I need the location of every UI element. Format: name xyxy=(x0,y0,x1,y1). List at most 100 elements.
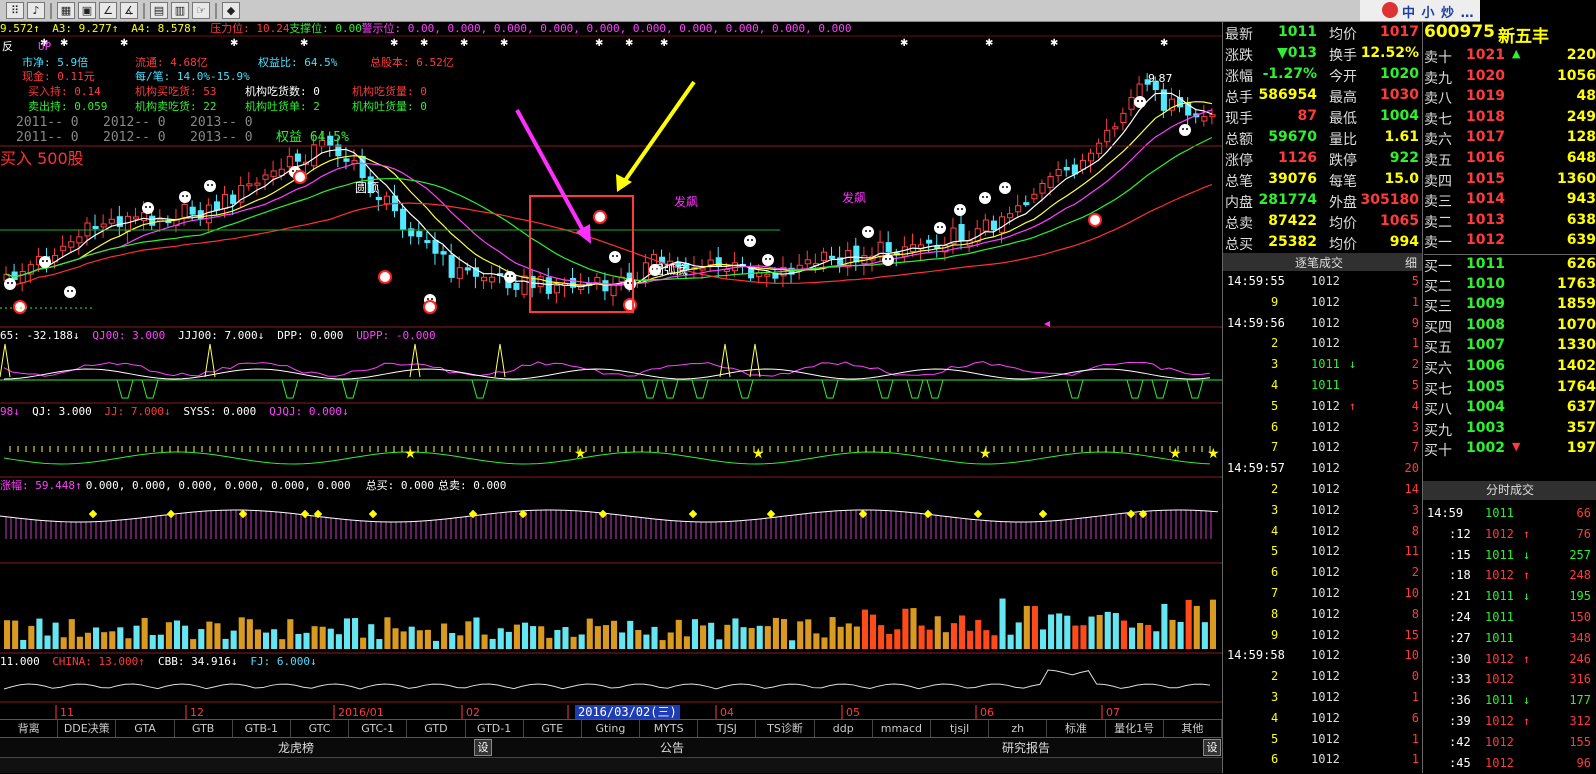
indicator-tab[interactable]: GTE xyxy=(524,720,582,737)
volume-bar xyxy=(918,625,925,649)
level-label: 买十 xyxy=(1424,443,1452,460)
diamond-icon[interactable]: ◆ xyxy=(222,2,240,19)
toolbar-separator xyxy=(143,2,145,19)
angle-icon[interactable]: ∠ xyxy=(99,2,117,19)
trade-price: 1012 xyxy=(1311,565,1340,580)
candle-body xyxy=(262,174,269,180)
indicator-tab[interactable]: mmacd xyxy=(873,720,931,737)
level-label: 买一 xyxy=(1424,259,1452,275)
volume-bar xyxy=(716,639,723,649)
detail-toggle[interactable]: 细 xyxy=(1405,254,1417,271)
level-price: 1010 xyxy=(1466,275,1505,292)
date-label: 11 xyxy=(60,706,74,719)
settings-button-1[interactable]: 设 xyxy=(474,739,492,756)
volume-bar xyxy=(813,633,820,649)
indicator-line xyxy=(3,669,1210,690)
param-line-5: CHINA: 13.000↑ xyxy=(52,655,145,668)
grid-icon[interactable]: ⠿ xyxy=(6,2,24,19)
volume-bar xyxy=(780,619,788,649)
indicator-tab[interactable]: TJSJ xyxy=(698,720,757,737)
quote-label: 跌停 xyxy=(1329,153,1357,169)
volume-bar xyxy=(319,626,326,649)
bell-icon[interactable]: ♪ xyxy=(27,2,45,19)
top-marker: ✱ xyxy=(900,38,908,49)
tick-trades-header[interactable]: 逐笔成交 细 xyxy=(1222,253,1422,271)
tick-trades-list[interactable]: 14:59:55 1012 5 9 1012 1 14:59:56 1012 9 2 1012 1 3 1… xyxy=(1222,271,1422,773)
volume-bar xyxy=(772,617,779,649)
indicator-tab[interactable]: zh xyxy=(989,720,1048,737)
trade-price: 1012 xyxy=(1311,690,1340,704)
indicator-tab[interactable]: MYTS xyxy=(640,720,699,737)
trade-row: 14:59:56 1012 9 xyxy=(1223,313,1421,334)
level-volume: 249 xyxy=(1566,108,1596,125)
indicator-tab[interactable]: GTA xyxy=(116,720,175,737)
indicator-tab[interactable]: DDE决策 xyxy=(58,720,117,737)
indicator-tab[interactable]: GTC xyxy=(291,720,350,737)
trade-row: 4 1011 5 xyxy=(1223,375,1421,396)
level-label: 买二 xyxy=(1424,278,1452,295)
top-marker: ✱ xyxy=(390,38,398,49)
research-report-link[interactable]: 研究报告 xyxy=(1002,739,1050,756)
smiley-icon xyxy=(204,180,216,192)
trade-price: 1012 xyxy=(1311,419,1340,434)
kline-canvas[interactable]: ✱ ✱ ✱ ✱ ✱ ✱ ✱ ✱ ✱ ✱ ✱ ✱ ✱ ✱ ✱ ✱圆顶圆弧底发飙 发飙9.87★ ★ ★ ★ ★ ★11 12 2… xyxy=(0,22,1222,719)
hand-icon[interactable]: ☞ xyxy=(192,2,210,19)
candle-body xyxy=(1015,205,1022,213)
volume-bar xyxy=(1056,613,1063,649)
indicator-tab[interactable]: Gting xyxy=(582,720,641,737)
volume-bar xyxy=(109,631,116,649)
kline-chart-area[interactable]: ✱ ✱ ✱ ✱ ✱ ✱ ✱ ✱ ✱ ✱ ✱ ✱ ✱ ✱ ✱ ✱ 圆顶 圆弧底 发飙 发飙 9.87 ★ ★ ★ ★ ★ ★ 11 12 2… xyxy=(0,22,1222,719)
volume-bar xyxy=(165,622,172,649)
indicator-tab[interactable]: GTC-1 xyxy=(349,720,408,737)
indicator-tab[interactable]: 量化1号 xyxy=(1106,720,1164,737)
order-book-row: 买六 1006 1402 xyxy=(1424,357,1596,378)
indicator-tab[interactable]: 其他 xyxy=(1164,720,1222,737)
indicator-tab[interactable]: GTB-1 xyxy=(233,720,291,737)
announcement-link[interactable]: 公告 xyxy=(660,739,684,756)
toolbar: ⠿ ♪ ▦ ▣ ∠ ∡ ▤ ▥ ☞ ◆ xyxy=(0,0,1360,22)
volume-bar xyxy=(821,637,828,649)
indicator-tab[interactable]: GTD-1 xyxy=(466,720,524,737)
info-item: 权益比: 64.5% xyxy=(258,56,338,69)
volume-bar xyxy=(303,632,310,649)
minute-trades-header[interactable]: 分时成交 xyxy=(1423,481,1596,500)
level-price: 1019 xyxy=(1466,88,1505,105)
brand-logo: 中 小 炒 … xyxy=(1360,0,1480,22)
indicator-tab[interactable]: ddp xyxy=(815,720,873,737)
red-circle-marker xyxy=(623,298,637,312)
trade-price: 1012 xyxy=(1311,586,1340,600)
minute-trade-price: 1012 xyxy=(1485,734,1514,749)
indicator-tab[interactable]: tjsjl xyxy=(931,720,990,737)
indicator-tab[interactable]: 标准 xyxy=(1047,720,1106,737)
minute-trade-time: :36 xyxy=(1449,693,1471,708)
minute-trade-row: :15 1011 ↓ 257 xyxy=(1423,545,1595,566)
doc-icon[interactable]: ▤ xyxy=(150,2,168,19)
chart-icon[interactable]: ▦ xyxy=(57,2,75,19)
volume-bar xyxy=(983,630,990,649)
volume-bar xyxy=(424,629,431,649)
trade-price: 1012 xyxy=(1311,502,1340,517)
info-item: 现金: 0.11元 xyxy=(22,70,95,83)
smiley-icon xyxy=(1134,96,1146,108)
quote-label: 涨停 xyxy=(1225,153,1253,169)
doc2-icon[interactable]: ▥ xyxy=(171,2,189,19)
indicator-tab[interactable]: GTD xyxy=(407,720,466,737)
volume-bar xyxy=(222,638,229,649)
volume-bar xyxy=(724,624,731,649)
settings-button-2[interactable]: 设 xyxy=(1203,739,1221,756)
volume-bar xyxy=(457,635,464,649)
minute-trade-row: :30 1012 ↑ 246 xyxy=(1423,649,1595,670)
top-marker: ✱ xyxy=(1160,38,1168,49)
angle2-icon[interactable]: ∡ xyxy=(120,2,138,19)
indicator-tab[interactable]: GTB xyxy=(175,720,233,737)
indicator-tab[interactable]: TS诊断 xyxy=(756,720,815,737)
indicator-trough xyxy=(821,379,839,399)
minute-trade-volume: 248 xyxy=(1569,568,1591,583)
image-icon[interactable]: ▣ xyxy=(78,2,96,19)
minute-trade-row: :21 1011 ↓ 195 xyxy=(1423,586,1595,607)
trade-row: 7 1012 7 xyxy=(1223,437,1421,458)
indicator-tab[interactable]: 背离 xyxy=(0,720,59,737)
minute-trade-volume: 155 xyxy=(1569,734,1591,749)
longhubang-link[interactable]: 龙虎榜 xyxy=(278,739,314,756)
minute-trade-row: :24 1011 150 xyxy=(1423,607,1595,628)
